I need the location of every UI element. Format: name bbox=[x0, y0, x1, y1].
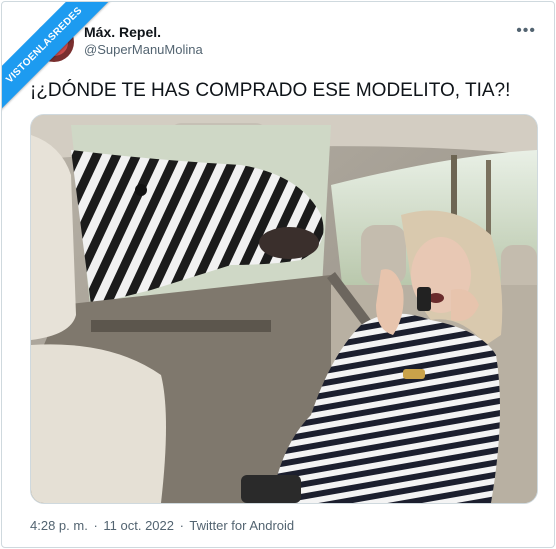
tweet-meta: 4:28 p. m. · 11 oct. 2022 · Twitter for … bbox=[30, 518, 296, 533]
photo-zebra-car[interactable] bbox=[30, 114, 538, 504]
author-name[interactable]: Máx. Repel. bbox=[84, 24, 161, 40]
photo-illustration bbox=[31, 115, 537, 503]
meta-separator: · bbox=[179, 518, 184, 533]
meta-separator: · bbox=[93, 518, 98, 533]
tweet-client[interactable]: Twitter for Android bbox=[189, 518, 294, 533]
author-handle[interactable]: @SuperManuMolina bbox=[84, 42, 203, 57]
tweet-time[interactable]: 4:28 p. m. bbox=[30, 518, 88, 533]
tweet-text: ¡¿DÓNDE TE HAS COMPRADO ESE MODELITO, TI… bbox=[30, 80, 511, 101]
tweet-card: VISTOENLASREDES Máx. Repel. @SuperManuMo… bbox=[1, 1, 555, 548]
tweet-date[interactable]: 11 oct. 2022 bbox=[103, 518, 174, 533]
more-icon[interactable]: ••• bbox=[516, 22, 536, 40]
